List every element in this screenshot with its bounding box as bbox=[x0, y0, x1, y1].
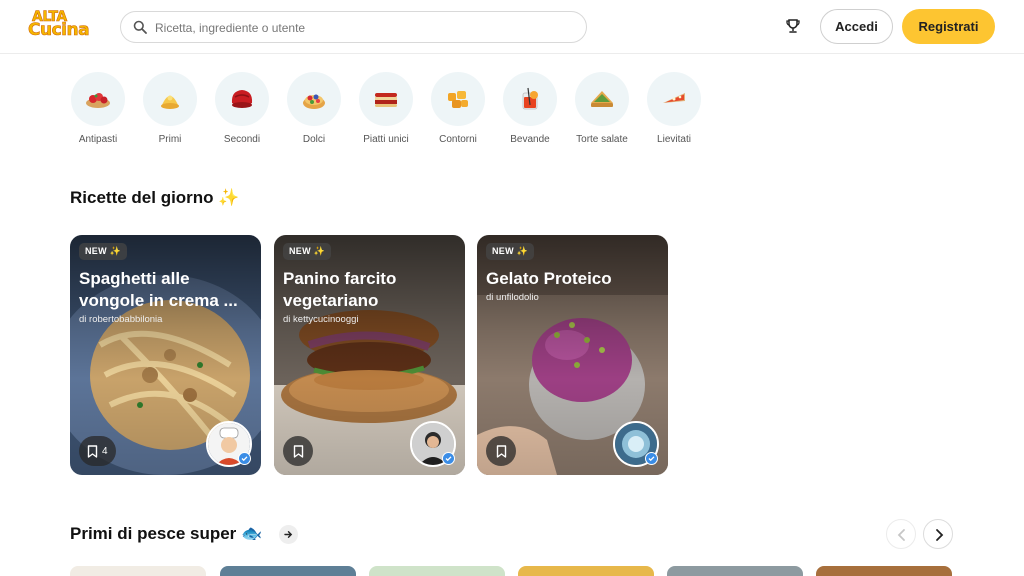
category-label: Contorni bbox=[439, 134, 477, 145]
category-label: Primi bbox=[158, 134, 182, 145]
save-button[interactable]: 4 bbox=[79, 436, 116, 466]
verified-badge-icon bbox=[442, 452, 455, 465]
trophy-icon[interactable] bbox=[785, 18, 801, 34]
category-strip: Antipasti Primi Secondi Dolci Piatti uni… bbox=[70, 72, 730, 152]
login-button[interactable]: Accedi bbox=[820, 9, 893, 44]
new-badge: NEW ✨ bbox=[283, 243, 332, 260]
category-lievitati[interactable]: Lievitati bbox=[646, 72, 702, 145]
carousel-prev-button[interactable] bbox=[886, 519, 916, 549]
recipe-thumbnail[interactable] bbox=[816, 566, 952, 576]
bookmark-icon bbox=[87, 444, 98, 458]
tart-icon bbox=[303, 94, 325, 109]
recipe-thumbnail[interactable] bbox=[70, 566, 206, 576]
category-label: Antipasti bbox=[78, 134, 118, 145]
verified-badge-icon bbox=[238, 452, 251, 465]
recipe-thumbnail[interactable] bbox=[518, 566, 654, 576]
recipe-author[interactable]: di robertobabbilonia bbox=[79, 314, 162, 325]
search-input[interactable] bbox=[155, 18, 575, 38]
recipe-thumbnail[interactable] bbox=[220, 566, 356, 576]
category-icon-circle bbox=[359, 72, 413, 126]
arrow-right-icon bbox=[284, 531, 293, 538]
category-icon-circle bbox=[647, 72, 701, 126]
category-icon-circle bbox=[287, 72, 341, 126]
category-icon-circle bbox=[431, 72, 485, 126]
recipe-thumbnail[interactable] bbox=[667, 566, 803, 576]
pasta-icon bbox=[161, 95, 179, 109]
recipe-card[interactable]: NEW ✨ Panino farcito vegetariano di kett… bbox=[274, 235, 465, 475]
recipe-title: Spaghetti alle vongole in crema ... bbox=[79, 269, 238, 310]
recipe-author[interactable]: di kettycucinooggi bbox=[283, 314, 359, 325]
recipe-title: Gelato Proteico bbox=[486, 269, 612, 288]
site-logo[interactable]: ALTA Cucina bbox=[28, 10, 98, 42]
new-badge: NEW ✨ bbox=[486, 243, 535, 260]
category-contorni[interactable]: Contorni bbox=[430, 72, 486, 145]
lasagna-icon bbox=[375, 93, 397, 107]
bookmark-icon bbox=[293, 444, 303, 458]
category-primi[interactable]: Primi bbox=[142, 72, 198, 145]
save-button[interactable] bbox=[486, 436, 516, 466]
recipe-title: Panino farcito vegetariano bbox=[283, 269, 397, 310]
verified-badge-icon bbox=[645, 452, 658, 465]
search-bar[interactable] bbox=[120, 11, 587, 43]
recipe-author[interactable]: di unfilodolio bbox=[486, 292, 539, 303]
recipe-card[interactable]: NEW ✨ Spaghetti alle vongole in crema ..… bbox=[70, 235, 261, 475]
register-button[interactable]: Registrati bbox=[902, 9, 995, 44]
chevron-right-icon bbox=[936, 529, 944, 541]
meat-icon bbox=[231, 90, 253, 108]
potatoes-icon bbox=[448, 91, 468, 108]
category-piatti-unici[interactable]: Piatti unici bbox=[358, 72, 414, 145]
category-label: Bevande bbox=[510, 134, 550, 145]
bookmark-icon bbox=[496, 444, 506, 458]
logo-line-2: Cucina bbox=[28, 20, 90, 40]
category-icon-circle bbox=[575, 72, 629, 126]
pizza-slice-icon bbox=[663, 93, 685, 103]
section-title-primi-di-pesce: Primi di pesce super 🐟 bbox=[70, 524, 263, 543]
category-label: Torte salate bbox=[576, 134, 628, 145]
category-icon-circle bbox=[71, 72, 125, 126]
category-label: Lievitati bbox=[657, 134, 691, 145]
category-dolci[interactable]: Dolci bbox=[286, 72, 342, 145]
category-label: Piatti unici bbox=[363, 134, 409, 145]
cocktail-icon bbox=[522, 87, 538, 110]
quiche-icon bbox=[591, 91, 613, 107]
search-icon bbox=[133, 20, 147, 34]
section-arrow-button[interactable] bbox=[279, 525, 298, 544]
save-button[interactable] bbox=[283, 436, 313, 466]
save-count: 4 bbox=[102, 445, 108, 457]
recipe-thumbnail[interactable] bbox=[369, 566, 505, 576]
chevron-left-icon bbox=[897, 529, 905, 541]
category-label: Secondi bbox=[223, 134, 261, 145]
category-label: Dolci bbox=[302, 134, 326, 145]
new-badge: NEW ✨ bbox=[79, 243, 128, 260]
category-icon-circle bbox=[215, 72, 269, 126]
top-header: ALTA Cucina Accedi Registrati bbox=[0, 0, 1024, 54]
bruschetta-icon bbox=[86, 93, 110, 108]
category-antipasti[interactable]: Antipasti bbox=[70, 72, 126, 145]
section-title-ricette-del-giorno: Ricette del giorno ✨ bbox=[70, 188, 240, 207]
category-icon-circle bbox=[503, 72, 557, 126]
category-torte-salate[interactable]: Torte salate bbox=[574, 72, 630, 145]
category-secondi[interactable]: Secondi bbox=[214, 72, 270, 145]
category-icon-circle bbox=[143, 72, 197, 126]
category-bevande[interactable]: Bevande bbox=[502, 72, 558, 145]
carousel-next-button[interactable] bbox=[923, 519, 953, 549]
recipe-card[interactable]: NEW ✨ Gelato Proteico di unfilodolio bbox=[477, 235, 668, 475]
